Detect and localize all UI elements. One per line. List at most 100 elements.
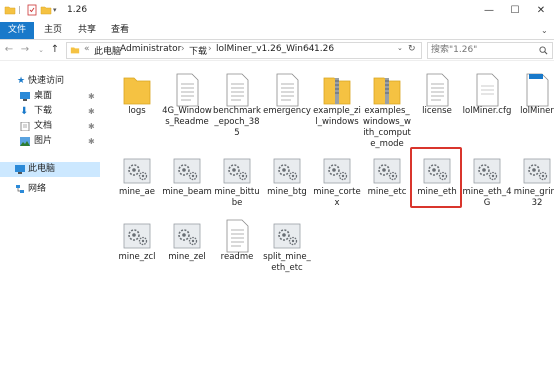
nav-quick-access[interactable]: ★ 快速访问: [0, 74, 100, 89]
file-name: mine_etc: [367, 187, 407, 197]
nav-this-pc[interactable]: 此电脑: [0, 162, 100, 177]
file-item-mine-zcl[interactable]: mine_zcl: [112, 212, 162, 286]
maximize-button[interactable]: ☐: [502, 0, 528, 22]
file-item-lolminer-cfg[interactable]: lolMiner.cfg: [462, 66, 512, 140]
pin-icon: ✱: [88, 137, 95, 146]
title-bar: | ▾ 1.26 — ☐ ✕: [0, 0, 554, 23]
download-icon: ⬇: [20, 106, 29, 117]
nav-item-downloads[interactable]: ⬇ 下载 ✱: [0, 104, 100, 119]
nav-item-desktop[interactable]: 桌面 ✱: [0, 89, 100, 104]
folder-icon: [4, 6, 16, 15]
computer-icon: [15, 165, 25, 174]
file-item-mine-grin-32[interactable]: mine_grin_32: [512, 147, 554, 221]
folder-icon: [70, 47, 80, 54]
file-name: lolMiner: [520, 106, 554, 116]
breadcrumb-separator-icon: ›: [112, 44, 116, 54]
batch-file-icon: [172, 153, 202, 189]
text-file-icon: [422, 72, 452, 108]
search-input[interactable]: [428, 43, 539, 56]
tab-file[interactable]: 文件: [0, 22, 34, 39]
batch-file-icon: [522, 153, 552, 189]
breadcrumb-this-pc[interactable]: 此电脑: [94, 44, 121, 57]
breadcrumb-administrator[interactable]: Administrator: [120, 44, 181, 54]
breadcrumb-overflow[interactable]: «: [84, 44, 90, 54]
file-name: mine_btg: [267, 187, 307, 197]
ribbon-expand-icon[interactable]: ⌄: [541, 22, 548, 39]
nav-label: 快速访问: [28, 76, 65, 86]
minimize-button[interactable]: —: [476, 0, 502, 22]
file-item-logs[interactable]: logs: [112, 66, 162, 140]
tab-share[interactable]: 共享: [78, 22, 96, 39]
window-title: 1.26: [67, 5, 88, 15]
config-file-icon: [472, 72, 502, 108]
file-item-mine-beam[interactable]: mine_beam: [162, 147, 212, 221]
file-name: split_mine_eth_etc: [263, 252, 311, 273]
search-icon[interactable]: [539, 46, 548, 55]
network-icon: [16, 185, 24, 193]
tab-home[interactable]: 主页: [44, 22, 62, 39]
file-item-emergency[interactable]: emergency: [262, 66, 312, 140]
file-name: readme: [220, 252, 254, 262]
file-item-readme[interactable]: readme: [212, 212, 262, 286]
batch-file-icon: [472, 153, 502, 189]
tab-view[interactable]: 查看: [111, 22, 129, 39]
back-icon[interactable]: ←: [3, 43, 15, 57]
file-item-split-mine-eth-etc[interactable]: split_mine_eth_etc: [262, 212, 312, 286]
highlight-box: [410, 147, 462, 208]
up-icon[interactable]: ↑: [49, 43, 61, 57]
file-item-mine-zel[interactable]: mine_zel: [162, 212, 212, 286]
file-name: lolMiner.cfg: [462, 106, 512, 116]
star-icon: ★: [17, 76, 26, 86]
file-item-license[interactable]: license: [412, 66, 462, 140]
pin-icon: ✱: [88, 107, 95, 116]
nav-item-pictures[interactable]: 图片 ✱: [0, 134, 100, 149]
text-file-icon: [172, 72, 202, 108]
file-item-mine-btg[interactable]: mine_btg: [262, 147, 312, 221]
file-item-lolminer[interactable]: lolMiner: [512, 66, 554, 140]
file-name: examples_windows_with_compute_mode: [363, 106, 411, 149]
close-button[interactable]: ✕: [528, 0, 554, 22]
text-file-icon: [272, 72, 302, 108]
file-item-mine-ae[interactable]: mine_ae: [112, 147, 162, 221]
nav-label: 图片: [34, 136, 53, 146]
quick-access-dropdown-icon[interactable]: ▾: [53, 4, 65, 16]
breadcrumb-separator-icon: ›: [181, 44, 185, 54]
file-name: license: [422, 106, 452, 116]
address-dropdown-icon[interactable]: ⌄: [397, 44, 403, 52]
application-icon: [522, 72, 552, 108]
file-item-example-zil-windows[interactable]: example_zil_windows: [312, 66, 362, 140]
file-name: mine_bittube: [214, 187, 260, 208]
batch-file-icon: [272, 153, 302, 189]
file-item-benchmark-epoch-385[interactable]: benchmark_epoch_385: [212, 66, 262, 140]
batch-file-icon: [172, 218, 202, 254]
file-item-mine-cortex[interactable]: mine_cortex: [312, 147, 362, 221]
nav-item-documents[interactable]: 文档 ✱: [0, 119, 100, 134]
breadcrumb-separator-icon: ›: [306, 44, 310, 54]
file-name: example_zil_windows: [313, 106, 361, 127]
file-item-examples-windows-with-compute-mode[interactable]: examples_windows_with_compute_mode: [362, 66, 412, 149]
address-row: ← → ⌄ ↑ « 此电脑 › Administrator › 下载 › lol…: [0, 40, 554, 61]
file-item-mine-eth-4g[interactable]: mine_eth_4G: [462, 147, 512, 221]
file-item-4g-windows-readme[interactable]: 4G_Windows_Readme: [162, 66, 212, 140]
refresh-icon[interactable]: ↻: [408, 44, 416, 54]
address-bar[interactable]: « 此电脑 › Administrator › 下载 › lolMiner_v1…: [66, 42, 422, 59]
zip-folder-icon: [322, 72, 352, 108]
pin-icon: ✱: [88, 122, 95, 131]
breadcrumb-downloads[interactable]: 下载: [189, 44, 207, 57]
file-name: benchmark_epoch_385: [213, 106, 261, 138]
nav-network[interactable]: 网络: [0, 182, 100, 197]
breadcrumb-current[interactable]: 1.26: [314, 44, 334, 54]
recent-dropdown-icon[interactable]: ⌄: [35, 43, 47, 57]
file-name: mine_beam: [162, 187, 212, 197]
nav-label: 下载: [34, 106, 53, 116]
forward-icon[interactable]: →: [19, 43, 31, 57]
properties-icon[interactable]: [26, 4, 38, 16]
batch-file-icon: [272, 218, 302, 254]
breadcrumb-lolminer[interactable]: lolMiner_v1.26_Win64: [216, 44, 314, 54]
document-icon: [20, 122, 30, 131]
file-item-mine-etc[interactable]: mine_etc: [362, 147, 412, 221]
nav-label: 文档: [34, 121, 53, 131]
new-folder-icon[interactable]: [40, 4, 52, 16]
batch-file-icon: [122, 153, 152, 189]
file-item-mine-bittube[interactable]: mine_bittube: [212, 147, 262, 221]
